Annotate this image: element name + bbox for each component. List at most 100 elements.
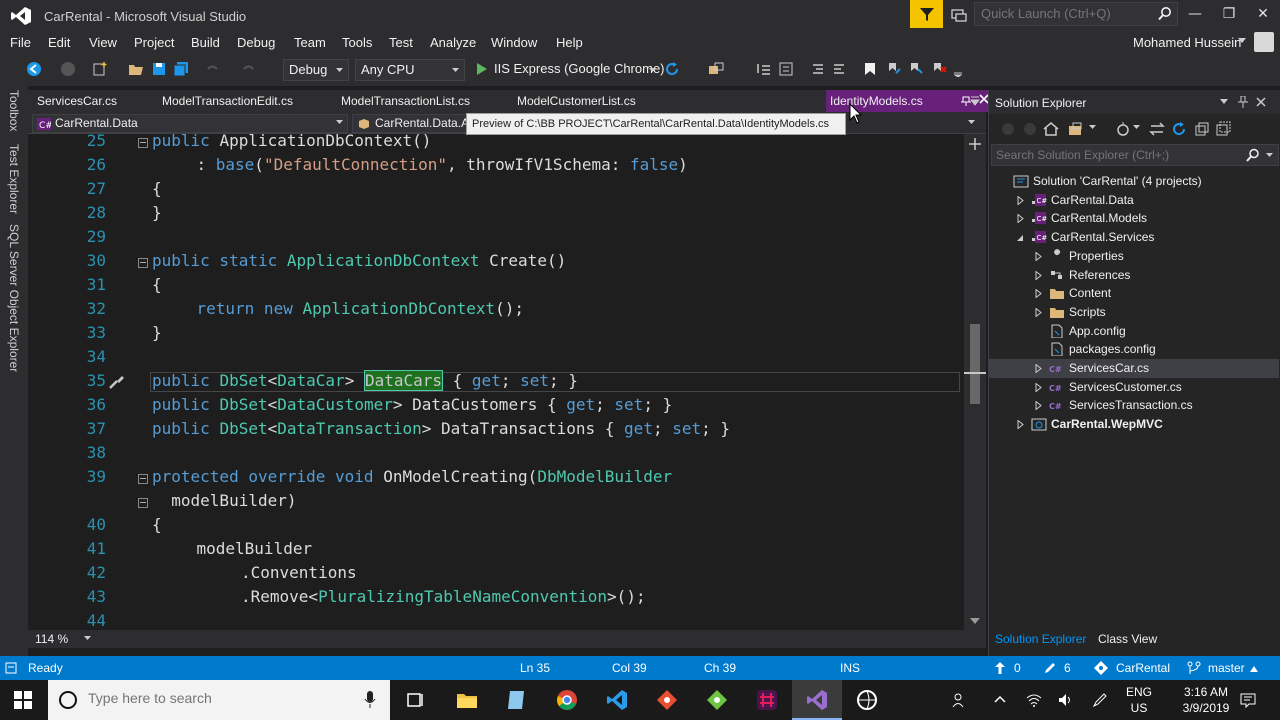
code-line[interactable]: 38 xyxy=(28,443,964,467)
code-line[interactable]: 39 protected override void OnModelCreatin… xyxy=(28,467,964,491)
unpublished-commits-count[interactable]: 0 xyxy=(1014,661,1021,675)
code-line[interactable]: 41 modelBuilder xyxy=(28,539,964,563)
bookmark-icon[interactable] xyxy=(862,61,878,77)
quick-launch-box[interactable] xyxy=(974,2,1178,26)
code-line[interactable]: 31 { xyxy=(28,275,964,299)
tree-item[interactable]: Properties xyxy=(989,247,1279,266)
avatar[interactable] xyxy=(1254,32,1274,52)
collapsed-arrow-icon[interactable] xyxy=(1035,307,1042,317)
microphone-icon[interactable] xyxy=(364,691,376,709)
menu-tools[interactable]: Tools xyxy=(342,35,372,50)
menu-debug[interactable]: Debug xyxy=(237,35,275,50)
code-line[interactable]: 25 public ApplicationDbContext() xyxy=(28,134,964,155)
expanded-arrow-icon[interactable] xyxy=(1017,233,1024,242)
code-line[interactable]: 28} xyxy=(28,203,964,227)
tree-item[interactable]: Solution 'CarRental' (4 projects) xyxy=(989,172,1279,191)
home-icon[interactable] xyxy=(1043,121,1059,137)
toolbox-tab[interactable]: Toolbox xyxy=(7,90,21,131)
forward-icon[interactable] xyxy=(1023,122,1037,136)
pencil-icon[interactable] xyxy=(1044,662,1056,674)
type-dropdown[interactable]: CarRental.Data.Ap xyxy=(352,114,476,133)
send-feedback-icon[interactable] xyxy=(950,6,968,24)
collapsed-arrow-icon[interactable] xyxy=(1035,251,1042,261)
code-line[interactable]: 29 xyxy=(28,227,964,251)
new-project-icon[interactable] xyxy=(92,61,108,77)
tree-item[interactable]: App.config xyxy=(989,322,1279,341)
pending-changes-filter-icon[interactable] xyxy=(1115,121,1131,137)
collapsed-arrow-icon[interactable] xyxy=(1017,214,1024,224)
tab-solution-explorer[interactable]: Solution Explorer xyxy=(995,632,1086,646)
pending-changes-count[interactable]: 6 xyxy=(1064,661,1071,675)
sync-with-active-document-icon[interactable] xyxy=(1149,121,1165,137)
refresh-browser-icon[interactable] xyxy=(664,61,680,77)
code-editor[interactable]: 25 public ApplicationDbContext() 26: base(… xyxy=(28,134,964,630)
quick-launch-input[interactable] xyxy=(981,6,1151,21)
chevron-down-icon[interactable] xyxy=(968,120,975,125)
outline-collapse-icon[interactable] xyxy=(138,258,148,268)
outline-collapse-icon[interactable] xyxy=(138,498,148,508)
collapsed-arrow-icon[interactable] xyxy=(1035,401,1042,411)
menu-view[interactable]: View xyxy=(89,35,117,50)
menu-edit[interactable]: Edit xyxy=(48,35,70,50)
tree-item[interactable]: packages.config xyxy=(989,340,1279,359)
test-explorer-tab[interactable]: Test Explorer xyxy=(7,144,21,214)
tab-modeltransactionedit[interactable]: ModelTransactionEdit.cs xyxy=(162,94,293,108)
menu-analyze[interactable]: Analyze xyxy=(430,35,476,50)
taskbar-clock[interactable]: 3:16 AM 3/9/2019 xyxy=(1176,684,1236,716)
branch-name[interactable]: master xyxy=(1208,661,1245,675)
collapsed-arrow-icon[interactable] xyxy=(1017,420,1024,430)
user-account-name[interactable]: Mohamed Hussein xyxy=(1133,35,1241,50)
redo-icon[interactable] xyxy=(241,61,257,77)
step-over-icon[interactable] xyxy=(756,61,772,77)
scroll-up-arrow-icon[interactable] xyxy=(970,140,980,146)
chevron-up-icon[interactable] xyxy=(1250,666,1258,672)
collapsed-arrow-icon[interactable] xyxy=(1035,364,1042,373)
window-position-icon[interactable] xyxy=(1220,99,1228,105)
scroll-down-arrow-icon[interactable] xyxy=(970,618,980,624)
show-all-files-icon[interactable] xyxy=(1215,121,1231,137)
quick-actions-screwdriver-icon[interactable] xyxy=(108,372,126,390)
close-icon[interactable] xyxy=(1256,97,1266,107)
tab-servicescar[interactable]: ServicesCar.cs xyxy=(37,94,117,108)
collapse-all-icon[interactable] xyxy=(1193,121,1209,137)
menu-file[interactable]: File xyxy=(10,35,31,50)
tree-item[interactable]: References xyxy=(989,266,1279,285)
chevron-down-icon[interactable] xyxy=(84,636,91,641)
undo-icon[interactable] xyxy=(204,61,220,77)
tree-item[interactable]: Content xyxy=(989,284,1279,303)
tree-item[interactable]: C# CarRental.Models xyxy=(989,209,1279,228)
chevron-down-icon[interactable] xyxy=(1266,153,1273,158)
up-arrow-icon[interactable] xyxy=(995,662,1005,674)
toolbar-overflow-icon[interactable] xyxy=(953,61,963,77)
code-line[interactable]: 30 public static ApplicationDbContext Cre… xyxy=(28,251,964,275)
file-explorer-icon[interactable] xyxy=(455,688,479,712)
notifications-icon[interactable] xyxy=(1240,692,1256,708)
menu-test[interactable]: Test xyxy=(389,35,413,50)
tree-item[interactable]: Scripts xyxy=(989,303,1279,322)
menu-window[interactable]: Window xyxy=(491,35,537,50)
menu-help[interactable]: Help xyxy=(556,35,583,50)
volume-icon[interactable] xyxy=(1058,692,1074,708)
collapsed-arrow-icon[interactable] xyxy=(1035,289,1042,299)
task-view-icon[interactable] xyxy=(404,688,428,712)
chevron-down-icon[interactable] xyxy=(1238,38,1246,44)
collapsed-arrow-icon[interactable] xyxy=(1035,270,1042,280)
collapsed-arrow-icon[interactable] xyxy=(1017,195,1024,205)
solution-configuration-dropdown[interactable]: Debug xyxy=(283,59,349,81)
outline-collapse-icon[interactable] xyxy=(138,474,148,484)
tree-item[interactable]: C# CarRental.Services xyxy=(989,228,1279,247)
outline-icon[interactable] xyxy=(778,61,794,77)
taskbar-search-box[interactable] xyxy=(48,680,390,720)
people-icon[interactable] xyxy=(952,692,968,708)
uncomment-lines-icon[interactable] xyxy=(831,61,847,77)
input-language-indicator[interactable]: ENG US xyxy=(1122,684,1156,716)
open-file-icon[interactable] xyxy=(128,61,144,77)
browser-link-icon[interactable] xyxy=(708,61,724,77)
solution-explorer-search[interactable] xyxy=(991,144,1279,166)
windows-start-icon[interactable] xyxy=(14,691,32,709)
feedback-filter-button[interactable] xyxy=(910,0,943,28)
wifi-icon[interactable] xyxy=(1026,692,1042,708)
navigate-back-icon[interactable] xyxy=(26,61,42,77)
tree-item[interactable]: C# ServicesTransaction.cs xyxy=(989,396,1279,415)
clear-bookmarks-icon[interactable] xyxy=(931,61,947,77)
